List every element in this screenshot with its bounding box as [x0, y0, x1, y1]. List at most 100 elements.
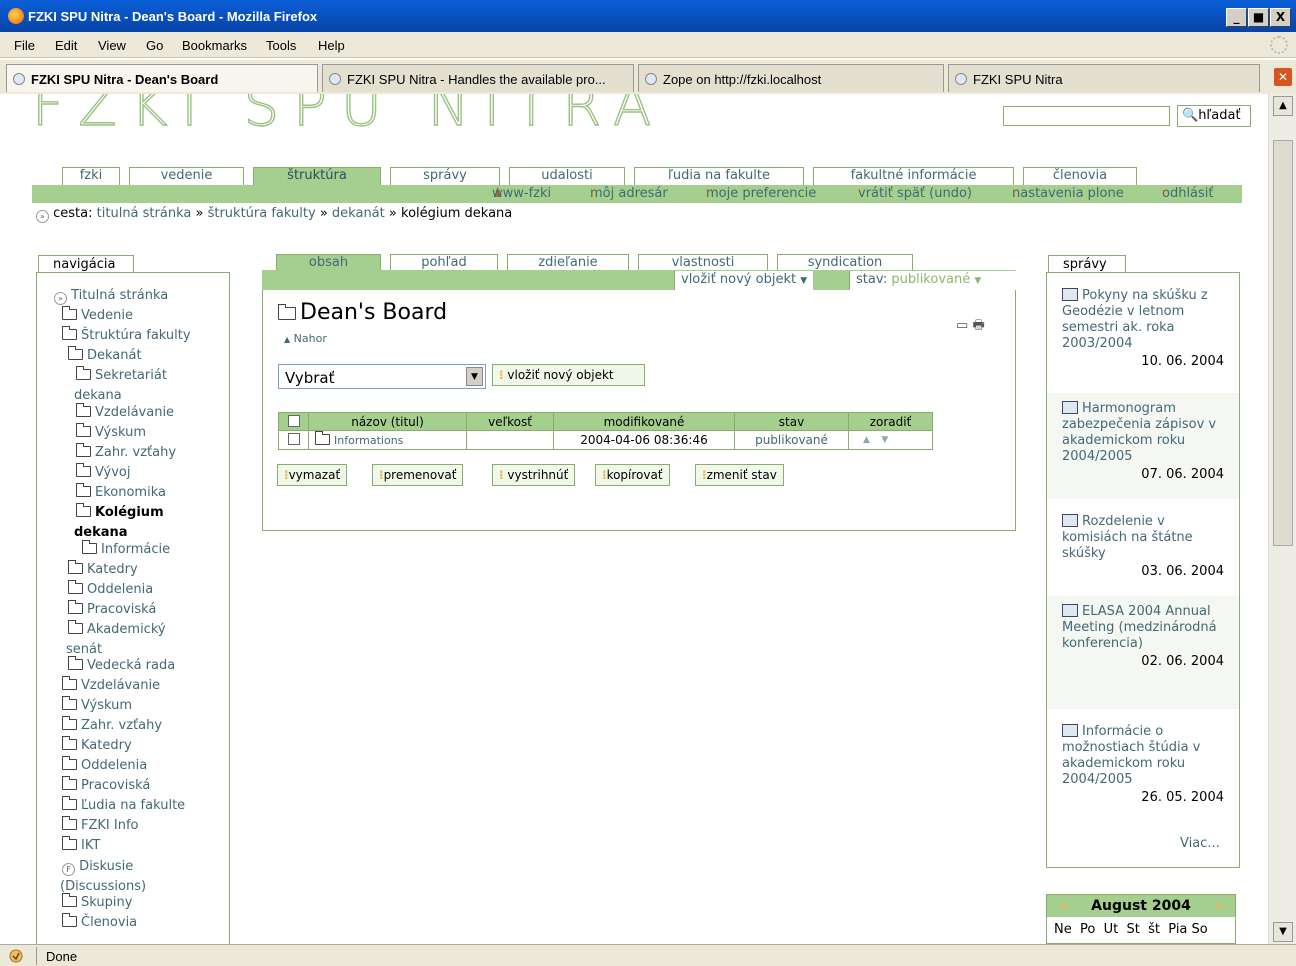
- vertical-scrollbar[interactable]: ▲ ▼: [1268, 94, 1296, 944]
- breadcrumb-deanery[interactable]: dekanát: [332, 206, 385, 221]
- move-down-icon[interactable]: ▼: [881, 435, 888, 445]
- news-item[interactable]: Rozdelenie v komisiách na štátne skúšky 0…: [1047, 506, 1239, 596]
- print-icon[interactable]: 🖶: [972, 318, 984, 333]
- tab-udalosti[interactable]: udalosti: [509, 167, 625, 185]
- add-item-menu[interactable]: vložiť nový objekt ▼: [674, 271, 814, 290]
- news-more-link[interactable]: Viac...: [1180, 836, 1220, 851]
- cut-button[interactable]: ⁝ vystrihnúť: [492, 464, 576, 486]
- nav-item-informacie[interactable]: Informácie: [82, 540, 170, 558]
- menu-edit[interactable]: Edit: [55, 38, 77, 53]
- minimize-button[interactable]: _: [1226, 8, 1247, 27]
- menu-help[interactable]: Help: [318, 38, 345, 53]
- tab-clenovia[interactable]: členovia: [1023, 167, 1137, 185]
- nav-item-skupiny[interactable]: Skupiny: [62, 893, 132, 911]
- col-size[interactable]: veľkosť: [466, 412, 554, 431]
- delete-button[interactable]: ⁝vymazať: [277, 464, 348, 486]
- nav-item-home[interactable]: » Titulná stránka: [54, 288, 168, 305]
- nav-item-vyskum-2[interactable]: Výskum: [62, 696, 132, 714]
- tab-fzki[interactable]: fzki: [62, 167, 120, 185]
- add-type-select[interactable]: Vybrať ▼: [278, 364, 486, 389]
- tab-vedenie[interactable]: vedenie: [129, 167, 244, 185]
- site-logo[interactable]: FZKI SPU NITRA: [31, 94, 665, 140]
- add-new-object-button[interactable]: ⁝ vložiť nový objekt: [492, 364, 645, 386]
- nav-item-fzki-info[interactable]: FZKI Info: [62, 816, 138, 834]
- copy-button[interactable]: ⁝kopírovať: [595, 464, 670, 486]
- nav-item-vzdelavanie-1[interactable]: Vzdelávanie: [76, 403, 174, 421]
- tab-struktura[interactable]: štruktúra: [253, 167, 381, 186]
- nav-item-akademicky[interactable]: Akademický: [68, 620, 166, 638]
- nav-item-kolegium-cont[interactable]: dekana: [74, 525, 128, 541]
- nav-item-struktura[interactable]: Štruktúra fakulty: [62, 326, 191, 344]
- col-title[interactable]: názov (titul): [308, 412, 467, 431]
- page-title: Dean's Board: [278, 300, 447, 325]
- throbber-icon: [1270, 36, 1288, 54]
- nav-item-ekonomika[interactable]: Ekonomika: [76, 483, 166, 501]
- nav-item-sekretariat-cont[interactable]: dekana: [74, 388, 122, 404]
- browser-tab-handles[interactable]: FZKI SPU Nitra - Handles the available p…: [322, 64, 634, 92]
- nav-item-oddelenia-1[interactable]: Oddelenia: [68, 580, 153, 598]
- menu-tools[interactable]: Tools: [266, 38, 296, 53]
- nav-item-katedry-2[interactable]: Katedry: [62, 736, 132, 754]
- breadcrumb-home[interactable]: titulná stránka: [97, 206, 192, 221]
- nav-item-vzdelavanie-2[interactable]: Vzdelávanie: [62, 676, 160, 694]
- change-state-button[interactable]: ⁝zmeniť stav: [695, 464, 784, 486]
- breadcrumb-structure[interactable]: štruktúra fakulty: [208, 206, 316, 221]
- close-window-button[interactable]: X: [1270, 8, 1291, 27]
- tab-fakultne-informacie[interactable]: fakultné informácie: [813, 167, 1014, 185]
- row-select-cell: [278, 430, 309, 450]
- search-button[interactable]: 🔍hľadať: [1177, 105, 1251, 127]
- col-order[interactable]: zoradiť: [848, 412, 933, 431]
- row-title[interactable]: Informations: [308, 430, 467, 450]
- move-up-icon[interactable]: ▲: [863, 435, 870, 445]
- tab-spravy[interactable]: správy: [390, 167, 500, 185]
- col-modified[interactable]: modifikované: [553, 412, 735, 431]
- browser-tab-fzki[interactable]: FZKI SPU Nitra: [948, 64, 1260, 92]
- close-tab-icon[interactable]: ✕: [1274, 68, 1292, 86]
- scroll-thumb[interactable]: [1273, 140, 1293, 546]
- next-month-button[interactable]: »: [1214, 895, 1223, 917]
- row-checkbox[interactable]: [287, 433, 300, 445]
- search-input[interactable]: [1003, 106, 1170, 126]
- nav-item-pracoviska-1[interactable]: Pracoviská: [68, 600, 156, 618]
- news-item[interactable]: ELASA 2004 Annual Meeting (medzinárodná …: [1047, 596, 1239, 709]
- nav-item-oddelenia-2[interactable]: Oddelenia: [62, 756, 147, 774]
- nav-item-diskusie[interactable]: F Diskusie: [62, 859, 133, 876]
- folder-icon: [76, 403, 91, 417]
- nav-item-dekanat[interactable]: Dekanát: [68, 346, 142, 364]
- nav-item-kolegium[interactable]: Kolégium: [76, 503, 164, 521]
- news-item[interactable]: Informácie o možnostiach štúdia v akadem…: [1047, 716, 1239, 822]
- nav-item-sekretariat[interactable]: Sekretariát: [76, 366, 167, 384]
- tab-ludia[interactable]: ľudia na fakulte: [634, 167, 804, 185]
- menu-go[interactable]: Go: [146, 38, 163, 53]
- nav-item-vyskum-1[interactable]: Výskum: [76, 423, 146, 441]
- menu-file[interactable]: File: [14, 38, 35, 53]
- mail-icon[interactable]: ▭: [956, 318, 968, 333]
- nav-item-zahr-1[interactable]: Zahr. vzťahy: [76, 443, 176, 461]
- nav-item-katedry-1[interactable]: Katedry: [68, 560, 138, 578]
- nav-item-pracoviska-2[interactable]: Pracoviská: [62, 776, 150, 794]
- menu-bookmarks[interactable]: Bookmarks: [182, 38, 247, 53]
- maximize-button[interactable]: ■: [1248, 8, 1269, 27]
- nav-item-vedecka-rada[interactable]: Vedecká rada: [68, 656, 175, 674]
- nav-item-clenovia[interactable]: Členovia: [62, 913, 137, 931]
- up-link[interactable]: ▲ Nahor: [284, 332, 327, 345]
- nav-item-diskusie-cont[interactable]: (Discussions): [60, 879, 146, 895]
- menu-view[interactable]: View: [98, 38, 126, 53]
- scroll-up-icon[interactable]: ▲: [1273, 96, 1293, 116]
- col-state[interactable]: stav: [734, 412, 849, 431]
- nav-item-vyvoj[interactable]: Vývoj: [76, 463, 131, 481]
- prev-month-button[interactable]: «: [1059, 895, 1068, 917]
- nav-item-ludia[interactable]: Ľudia na fakulte: [62, 796, 185, 814]
- nav-item-vedenie[interactable]: Vedenie: [62, 306, 133, 324]
- browser-tab-zope[interactable]: Zope on http://fzki.localhost: [638, 64, 944, 92]
- nav-item-zahr-2[interactable]: Zahr. vzťahy: [62, 716, 162, 734]
- news-item[interactable]: Harmonogram zabezpečenia zápisov v akade…: [1047, 393, 1239, 499]
- news-item[interactable]: Pokyny na skúšku z Geodézie v letnom sem…: [1047, 280, 1239, 386]
- rename-button[interactable]: ⁝premenovať: [372, 464, 464, 486]
- nav-item-ikt[interactable]: IKT: [62, 836, 100, 854]
- scroll-down-icon[interactable]: ▼: [1273, 922, 1293, 942]
- select-all-checkbox[interactable]: [287, 414, 300, 427]
- weekday: Po: [1080, 922, 1096, 937]
- state-menu[interactable]: stav: publikované ▼: [849, 271, 1016, 290]
- browser-tab-deans-board[interactable]: FZKI SPU Nitra - Dean's Board: [6, 64, 318, 92]
